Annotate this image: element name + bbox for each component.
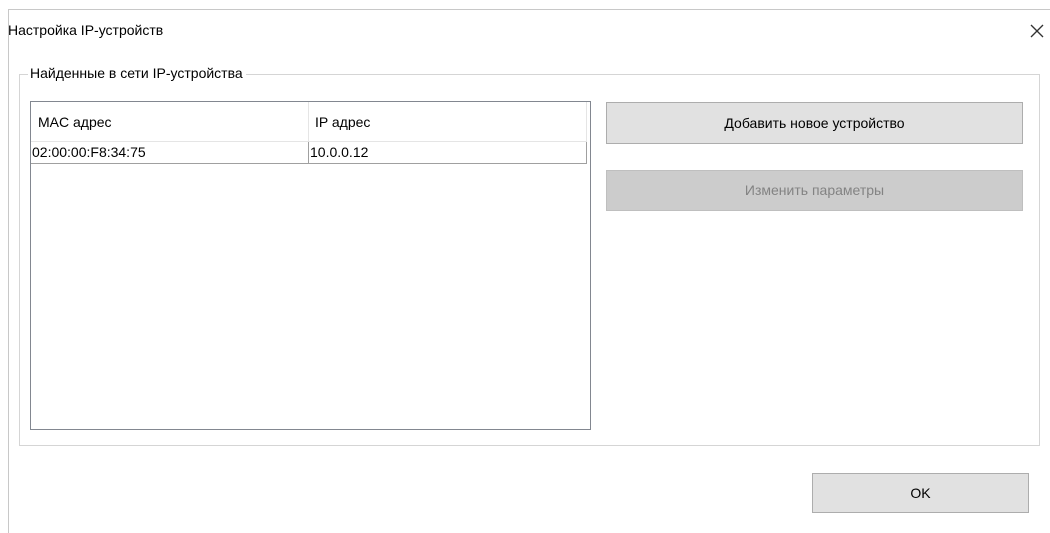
column-header-ip[interactable]: IP адрес <box>315 114 370 130</box>
device-list[interactable]: MAC адрес IP адрес 02:00:00:F8:34:75 10.… <box>30 101 591 430</box>
window-title: Настройка IP-устройств <box>8 22 164 38</box>
title-bar: Настройка IP-устройств <box>8 10 1050 46</box>
column-header-mac[interactable]: MAC адрес <box>38 114 112 130</box>
ip-device-settings-dialog: Настройка IP-устройств Найденные в сети … <box>0 0 1050 533</box>
device-mac-cell: 02:00:00:F8:34:75 <box>32 144 146 160</box>
window-left-border <box>8 9 9 533</box>
close-icon <box>1030 24 1044 38</box>
row-cell-divider <box>308 142 309 164</box>
found-devices-group-label: Найденные в сети IP-устройства <box>28 65 246 81</box>
list-item[interactable]: 02:00:00:F8:34:75 10.0.0.12 <box>31 142 587 164</box>
ok-button[interactable]: OK <box>812 473 1029 513</box>
device-ip-cell: 10.0.0.12 <box>310 144 369 160</box>
close-button[interactable] <box>1022 16 1050 44</box>
device-list-header: MAC адрес IP адрес <box>31 102 587 142</box>
add-device-button[interactable]: Добавить новое устройство <box>606 102 1023 144</box>
column-divider[interactable] <box>308 102 309 142</box>
edit-parameters-button[interactable]: Изменить параметры <box>606 170 1023 211</box>
